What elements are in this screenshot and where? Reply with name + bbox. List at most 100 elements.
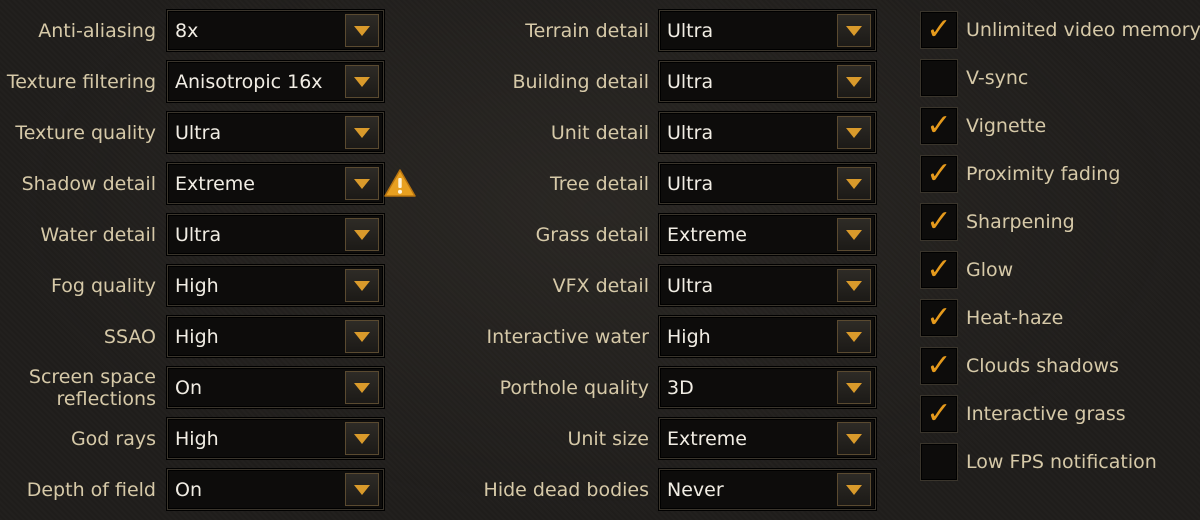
fog-quality-dropdown[interactable]: High	[167, 265, 384, 306]
chevron-down-icon	[846, 76, 862, 87]
checkmark-icon: ✓	[926, 12, 952, 47]
checkmark-icon: ✓	[926, 252, 952, 287]
hide-dead-bodies-dropdown[interactable]: Never	[659, 469, 876, 510]
setting-label: Water detail	[40, 223, 156, 246]
dropdown-value: Ultra	[667, 19, 714, 42]
setting-label: Tree detail	[549, 172, 649, 195]
dropdown-arrow-button[interactable]	[837, 422, 871, 455]
depth-of-field-dropdown[interactable]: On	[167, 469, 384, 510]
chevron-down-icon	[354, 25, 370, 36]
tree-detail-dropdown[interactable]: Ultra	[659, 163, 876, 204]
screen-space-reflections-dropdown[interactable]: On	[167, 367, 384, 408]
god-rays-dropdown[interactable]: High	[167, 418, 384, 459]
setting-label: Grass detail	[535, 223, 649, 246]
anti-aliasing-dropdown[interactable]: 8x	[167, 10, 384, 51]
setting-label: Fog quality	[51, 274, 156, 297]
sharpening-checkbox[interactable]: ✓	[920, 203, 958, 241]
dropdown-arrow-button[interactable]	[345, 473, 379, 506]
dropdown-arrow-button[interactable]	[345, 65, 379, 98]
dropdown-value: High	[175, 274, 219, 297]
dropdown-value: Ultra	[667, 121, 714, 144]
dropdown-arrow-button[interactable]	[345, 14, 379, 47]
dropdown-arrow-button[interactable]	[837, 116, 871, 149]
dropdown-arrow-button[interactable]	[837, 167, 871, 200]
chevron-down-icon	[354, 331, 370, 342]
texture-filtering-dropdown[interactable]: Anisotropic 16x	[167, 61, 384, 102]
low-fps-notification-checkbox[interactable]: ✓	[920, 443, 958, 481]
dropdown-arrow-button[interactable]	[837, 269, 871, 302]
checkbox-row-sharpening: ✓ Sharpening	[920, 203, 1200, 243]
chevron-down-icon	[354, 229, 370, 240]
ssao-dropdown[interactable]: High	[167, 316, 384, 357]
checkbox-row-glow: ✓ Glow	[920, 251, 1200, 291]
dropdown-arrow-button[interactable]	[345, 320, 379, 353]
checkbox-row-vignette: ✓ Vignette	[920, 107, 1200, 147]
setting-row-ssao: SSAO High	[0, 316, 384, 357]
dropdown-arrow-button[interactable]	[345, 218, 379, 251]
dropdown-value: Extreme	[175, 172, 255, 195]
dropdown-value: Ultra	[667, 70, 714, 93]
dropdown-arrow-button[interactable]	[837, 65, 871, 98]
grass-detail-dropdown[interactable]: Extreme	[659, 214, 876, 255]
dropdown-arrow-button[interactable]	[837, 218, 871, 251]
dropdown-value: On	[175, 376, 202, 399]
dropdown-value: Extreme	[667, 223, 747, 246]
dropdown-arrow-button[interactable]	[837, 371, 871, 404]
glow-checkbox[interactable]: ✓	[920, 251, 958, 289]
dropdown-arrow-button[interactable]	[345, 371, 379, 404]
water-detail-dropdown[interactable]: Ultra	[167, 214, 384, 255]
dropdown-value: 3D	[667, 376, 694, 399]
checkmark-icon: ✓	[926, 204, 952, 239]
checkbox-row-clouds-shadows: ✓ Clouds shadows	[920, 347, 1200, 387]
terrain-detail-dropdown[interactable]: Ultra	[659, 10, 876, 51]
setting-row-interactive-water: Interactive water High	[400, 316, 876, 357]
dropdown-value: Extreme	[667, 427, 747, 450]
dropdown-arrow-button[interactable]	[345, 269, 379, 302]
heat-haze-checkbox[interactable]: ✓	[920, 299, 958, 337]
dropdown-arrow-button[interactable]	[837, 473, 871, 506]
interactive-grass-checkbox[interactable]: ✓	[920, 395, 958, 433]
setting-label: Texture filtering	[6, 70, 156, 93]
chevron-down-icon	[354, 76, 370, 87]
texture-quality-dropdown[interactable]: Ultra	[167, 112, 384, 153]
dropdown-arrow-button[interactable]	[345, 422, 379, 455]
v-sync-checkbox[interactable]: ✓	[920, 59, 958, 97]
vfx-detail-dropdown[interactable]: Ultra	[659, 265, 876, 306]
shadow-detail-dropdown[interactable]: Extreme	[167, 163, 384, 204]
chevron-down-icon	[846, 178, 862, 189]
setting-label: Terrain detail	[525, 19, 649, 42]
chevron-down-icon	[846, 25, 862, 36]
setting-row-unit-size: Unit size Extreme	[400, 418, 876, 459]
setting-row-shadow-detail: Shadow detail Extreme	[0, 163, 420, 204]
dropdown-arrow-button[interactable]	[837, 14, 871, 47]
dropdown-arrow-button[interactable]	[345, 116, 379, 149]
vignette-checkbox[interactable]: ✓	[920, 107, 958, 145]
checkbox-row-low-fps-notification: ✓ Low FPS notification	[920, 443, 1200, 483]
checkbox-row-v-sync: ✓ V-sync	[920, 59, 1200, 99]
setting-label: SSAO	[103, 325, 156, 348]
dropdown-arrow-button[interactable]	[837, 320, 871, 353]
chevron-down-icon	[354, 127, 370, 138]
checkmark-icon: ✓	[926, 396, 952, 431]
checkbox-label: Unlimited video memory	[966, 19, 1200, 41]
setting-label: Shadow detail	[21, 172, 156, 195]
dropdown-value: High	[175, 325, 219, 348]
checkbox-row-proximity-fading: ✓ Proximity fading	[920, 155, 1200, 195]
dropdown-value: High	[667, 325, 711, 348]
building-detail-dropdown[interactable]: Ultra	[659, 61, 876, 102]
clouds-shadows-checkbox[interactable]: ✓	[920, 347, 958, 385]
graphics-settings-panel: Anti-aliasing 8x Texture filtering Aniso…	[0, 0, 1200, 520]
proximity-fading-checkbox[interactable]: ✓	[920, 155, 958, 193]
porthole-quality-dropdown[interactable]: 3D	[659, 367, 876, 408]
setting-label: Building detail	[512, 70, 649, 93]
dropdown-arrow-button[interactable]	[345, 167, 379, 200]
unlimited-video-memory-checkbox[interactable]: ✓	[920, 11, 958, 49]
checkbox-row-interactive-grass: ✓ Interactive grass	[920, 395, 1200, 435]
setting-row-grass-detail: Grass detail Extreme	[400, 214, 876, 255]
unit-detail-dropdown[interactable]: Ultra	[659, 112, 876, 153]
chevron-down-icon	[846, 484, 862, 495]
unit-size-dropdown[interactable]: Extreme	[659, 418, 876, 459]
interactive-water-dropdown[interactable]: High	[659, 316, 876, 357]
chevron-down-icon	[846, 331, 862, 342]
dropdown-value: Ultra	[667, 274, 714, 297]
